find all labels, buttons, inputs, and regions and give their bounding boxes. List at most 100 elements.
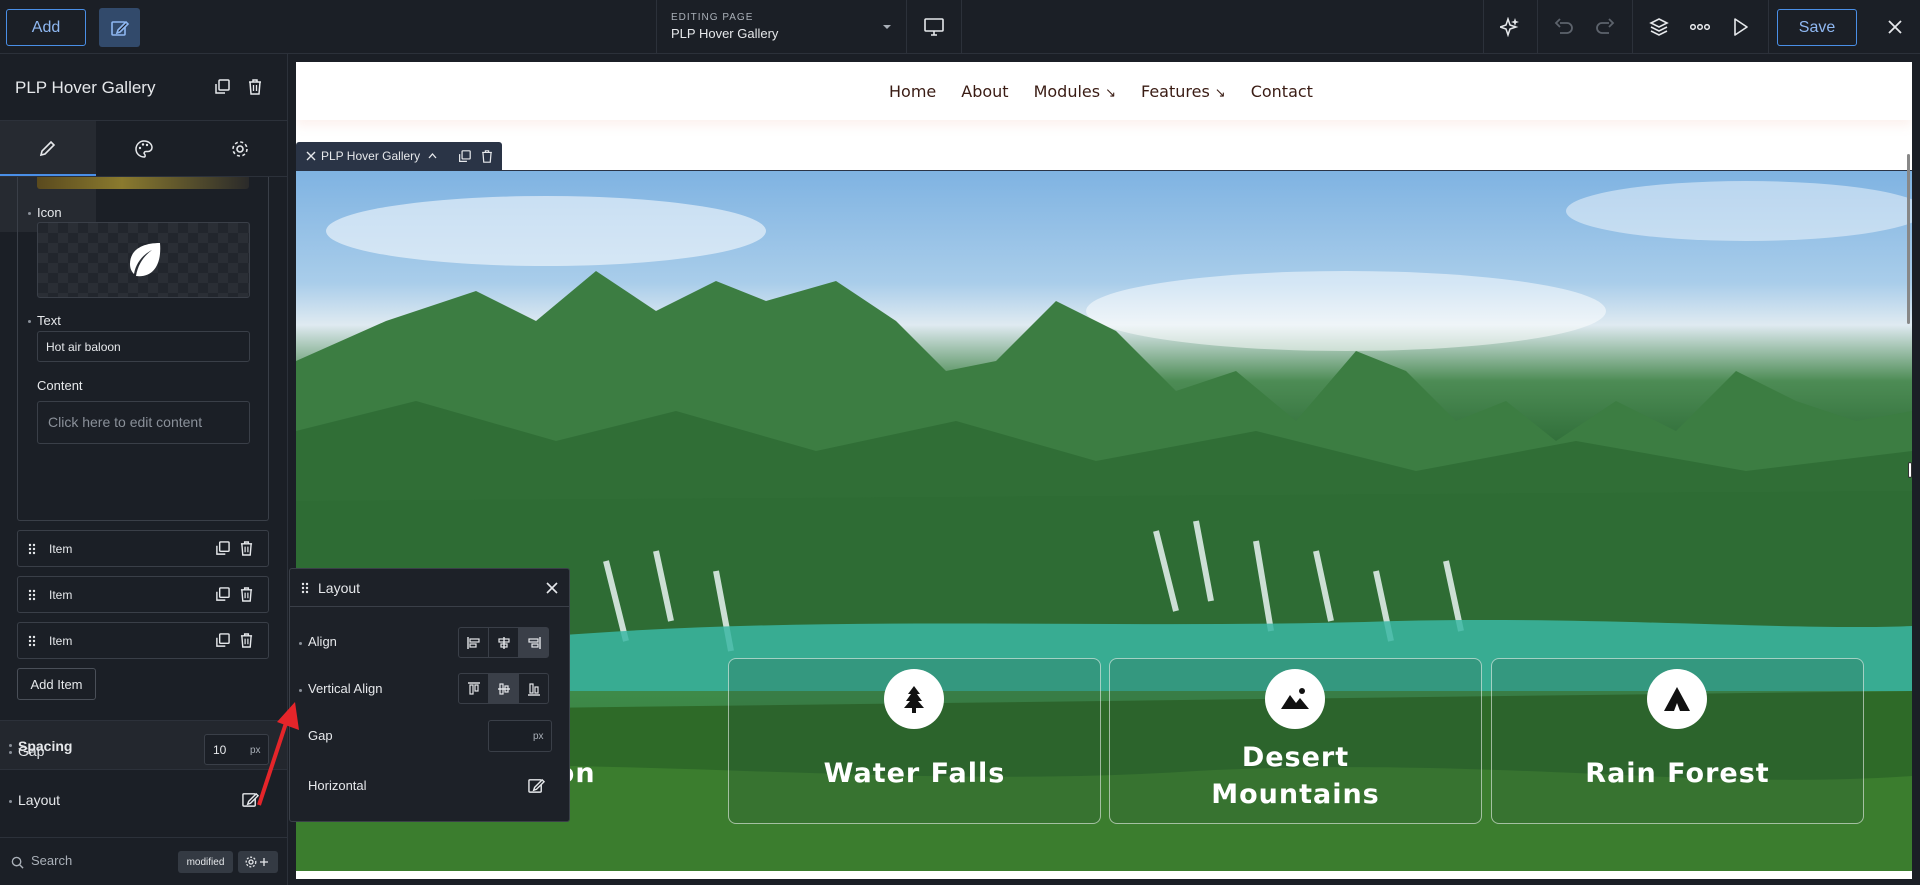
align-right-icon <box>527 636 541 649</box>
valign-bottom-button[interactable] <box>518 673 549 704</box>
nav-home[interactable]: Home <box>889 82 936 101</box>
ai-assist-button[interactable] <box>1490 9 1530 45</box>
nav-about[interactable]: About <box>961 82 1008 101</box>
add-item-button[interactable]: Add Item <box>17 668 96 700</box>
sparkle-icon <box>1500 17 1519 37</box>
copy-icon[interactable] <box>215 541 230 556</box>
module-tag[interactable]: PLP Hover Gallery <box>296 142 502 170</box>
drag-handle-icon <box>301 582 309 594</box>
card-title: Water Falls <box>823 758 1006 789</box>
tab-advanced[interactable] <box>192 121 288 176</box>
tree-icon <box>904 686 924 713</box>
edit-mode-button[interactable] <box>99 8 140 47</box>
more-horizontal-icon <box>1690 24 1710 30</box>
align-center-icon <box>497 636 510 649</box>
preview-button[interactable] <box>1723 9 1759 45</box>
delete-element-button[interactable] <box>244 76 266 98</box>
undo-icon <box>1554 18 1573 34</box>
chevron-up-icon <box>428 153 437 159</box>
close-icon[interactable] <box>546 582 558 594</box>
repeater-item[interactable]: Item <box>17 530 269 567</box>
layout-popup-title: Layout <box>318 580 361 596</box>
popup-gap-unit: px <box>533 731 544 742</box>
align-top-icon <box>467 681 480 695</box>
layout-popup-header[interactable]: Layout <box>290 569 569 607</box>
tab-content-button[interactable] <box>0 121 96 176</box>
redo-button[interactable] <box>1587 9 1623 45</box>
desktop-view-button[interactable] <box>907 0 961 54</box>
valign-top-button[interactable] <box>458 673 489 704</box>
canvas-scrollbar[interactable] <box>1907 154 1910 324</box>
tent-icon <box>1664 687 1690 711</box>
align-bottom-icon <box>527 682 540 696</box>
site-nav: Home About Modules ↘ Features ↘ Contact <box>889 82 1313 101</box>
filter-settings-button[interactable] <box>238 851 278 873</box>
icon-picker[interactable] <box>37 222 250 298</box>
module-tag-label: PLP Hover Gallery <box>321 149 421 163</box>
arrow-down-right-icon: ↘ <box>1214 86 1226 101</box>
duplicate-element-button[interactable] <box>211 76 233 98</box>
save-button[interactable]: Save <box>1777 9 1857 46</box>
trash-icon[interactable] <box>240 587 253 602</box>
text-label: Text <box>37 313 61 328</box>
close-icon <box>1888 20 1902 34</box>
trash-icon[interactable] <box>240 541 253 556</box>
drag-handle-icon <box>28 635 36 647</box>
desktop-icon <box>924 18 944 36</box>
more-options-button[interactable] <box>1682 9 1718 45</box>
panel-title: PLP Hover Gallery <box>15 78 156 97</box>
gap-value: 10 <box>213 743 227 757</box>
popup-gap-input[interactable]: px <box>488 720 552 752</box>
horizontal-edit-button[interactable] <box>524 773 548 797</box>
gallery-card[interactable]: Water Falls <box>728 658 1101 824</box>
resize-handle[interactable] <box>1908 462 1912 478</box>
content-editor[interactable]: Click here to edit content <box>37 401 250 444</box>
annotation-arrow <box>257 702 299 806</box>
item-label: Item <box>49 542 73 556</box>
layers-button[interactable] <box>1641 9 1677 45</box>
gallery-card[interactable]: Rain Forest <box>1491 658 1864 824</box>
align-center-button[interactable] <box>488 627 519 658</box>
repeater-item[interactable]: Item <box>17 576 269 613</box>
drag-handle-icon <box>28 589 36 601</box>
nav-modules-label: Modules <box>1033 82 1101 101</box>
tab-style[interactable] <box>96 121 192 176</box>
gallery-card[interactable]: Desert Mountains <box>1109 658 1482 824</box>
copy-icon[interactable] <box>458 150 471 163</box>
close-editor-button[interactable] <box>1878 9 1912 45</box>
nav-contact[interactable]: Contact <box>1251 82 1313 101</box>
content-label: Content <box>37 378 83 393</box>
nav-features[interactable]: Features ↘ <box>1141 82 1226 101</box>
nav-modules[interactable]: Modules ↘ <box>1034 82 1116 101</box>
layout-label: Layout <box>18 792 61 808</box>
align-left-icon <box>466 636 480 649</box>
align-left-button[interactable] <box>458 627 489 658</box>
copy-icon[interactable] <box>215 633 230 648</box>
trash-icon[interactable] <box>481 150 493 163</box>
icon-label: Icon <box>37 205 62 220</box>
card-title: Rain Forest <box>1585 758 1770 789</box>
vertical-align-label: Vertical Align <box>308 681 383 696</box>
card-title-line1: Desert <box>1241 742 1350 773</box>
repeater-item[interactable]: Item <box>17 622 269 659</box>
gear-plus-icon <box>245 856 268 868</box>
add-button[interactable]: Add <box>6 9 86 46</box>
modified-badge[interactable]: modified <box>178 851 233 873</box>
trash-icon[interactable] <box>240 633 253 648</box>
top-bar: Add EDITING PAGE PLP Hover Gallery Save <box>0 0 1920 54</box>
search-icon <box>11 856 24 869</box>
undo-button[interactable] <box>1546 9 1582 45</box>
drag-handle-icon <box>28 543 36 555</box>
page-selector[interactable]: EDITING PAGE PLP Hover Gallery <box>657 0 906 54</box>
align-label: Align <box>308 634 337 649</box>
search-input[interactable]: Search <box>31 853 171 873</box>
copy-icon[interactable] <box>215 587 230 602</box>
page-name: PLP Hover Gallery <box>671 26 779 41</box>
edit-icon <box>527 778 545 793</box>
align-right-button[interactable] <box>518 627 549 658</box>
text-input[interactable]: Hot air baloon <box>37 331 250 362</box>
site-header: Home About Modules ↘ Features ↘ Contact <box>296 62 1912 120</box>
item-label: Item <box>49 634 73 648</box>
valign-middle-button[interactable] <box>488 673 519 704</box>
chevron-down-icon <box>883 25 891 29</box>
